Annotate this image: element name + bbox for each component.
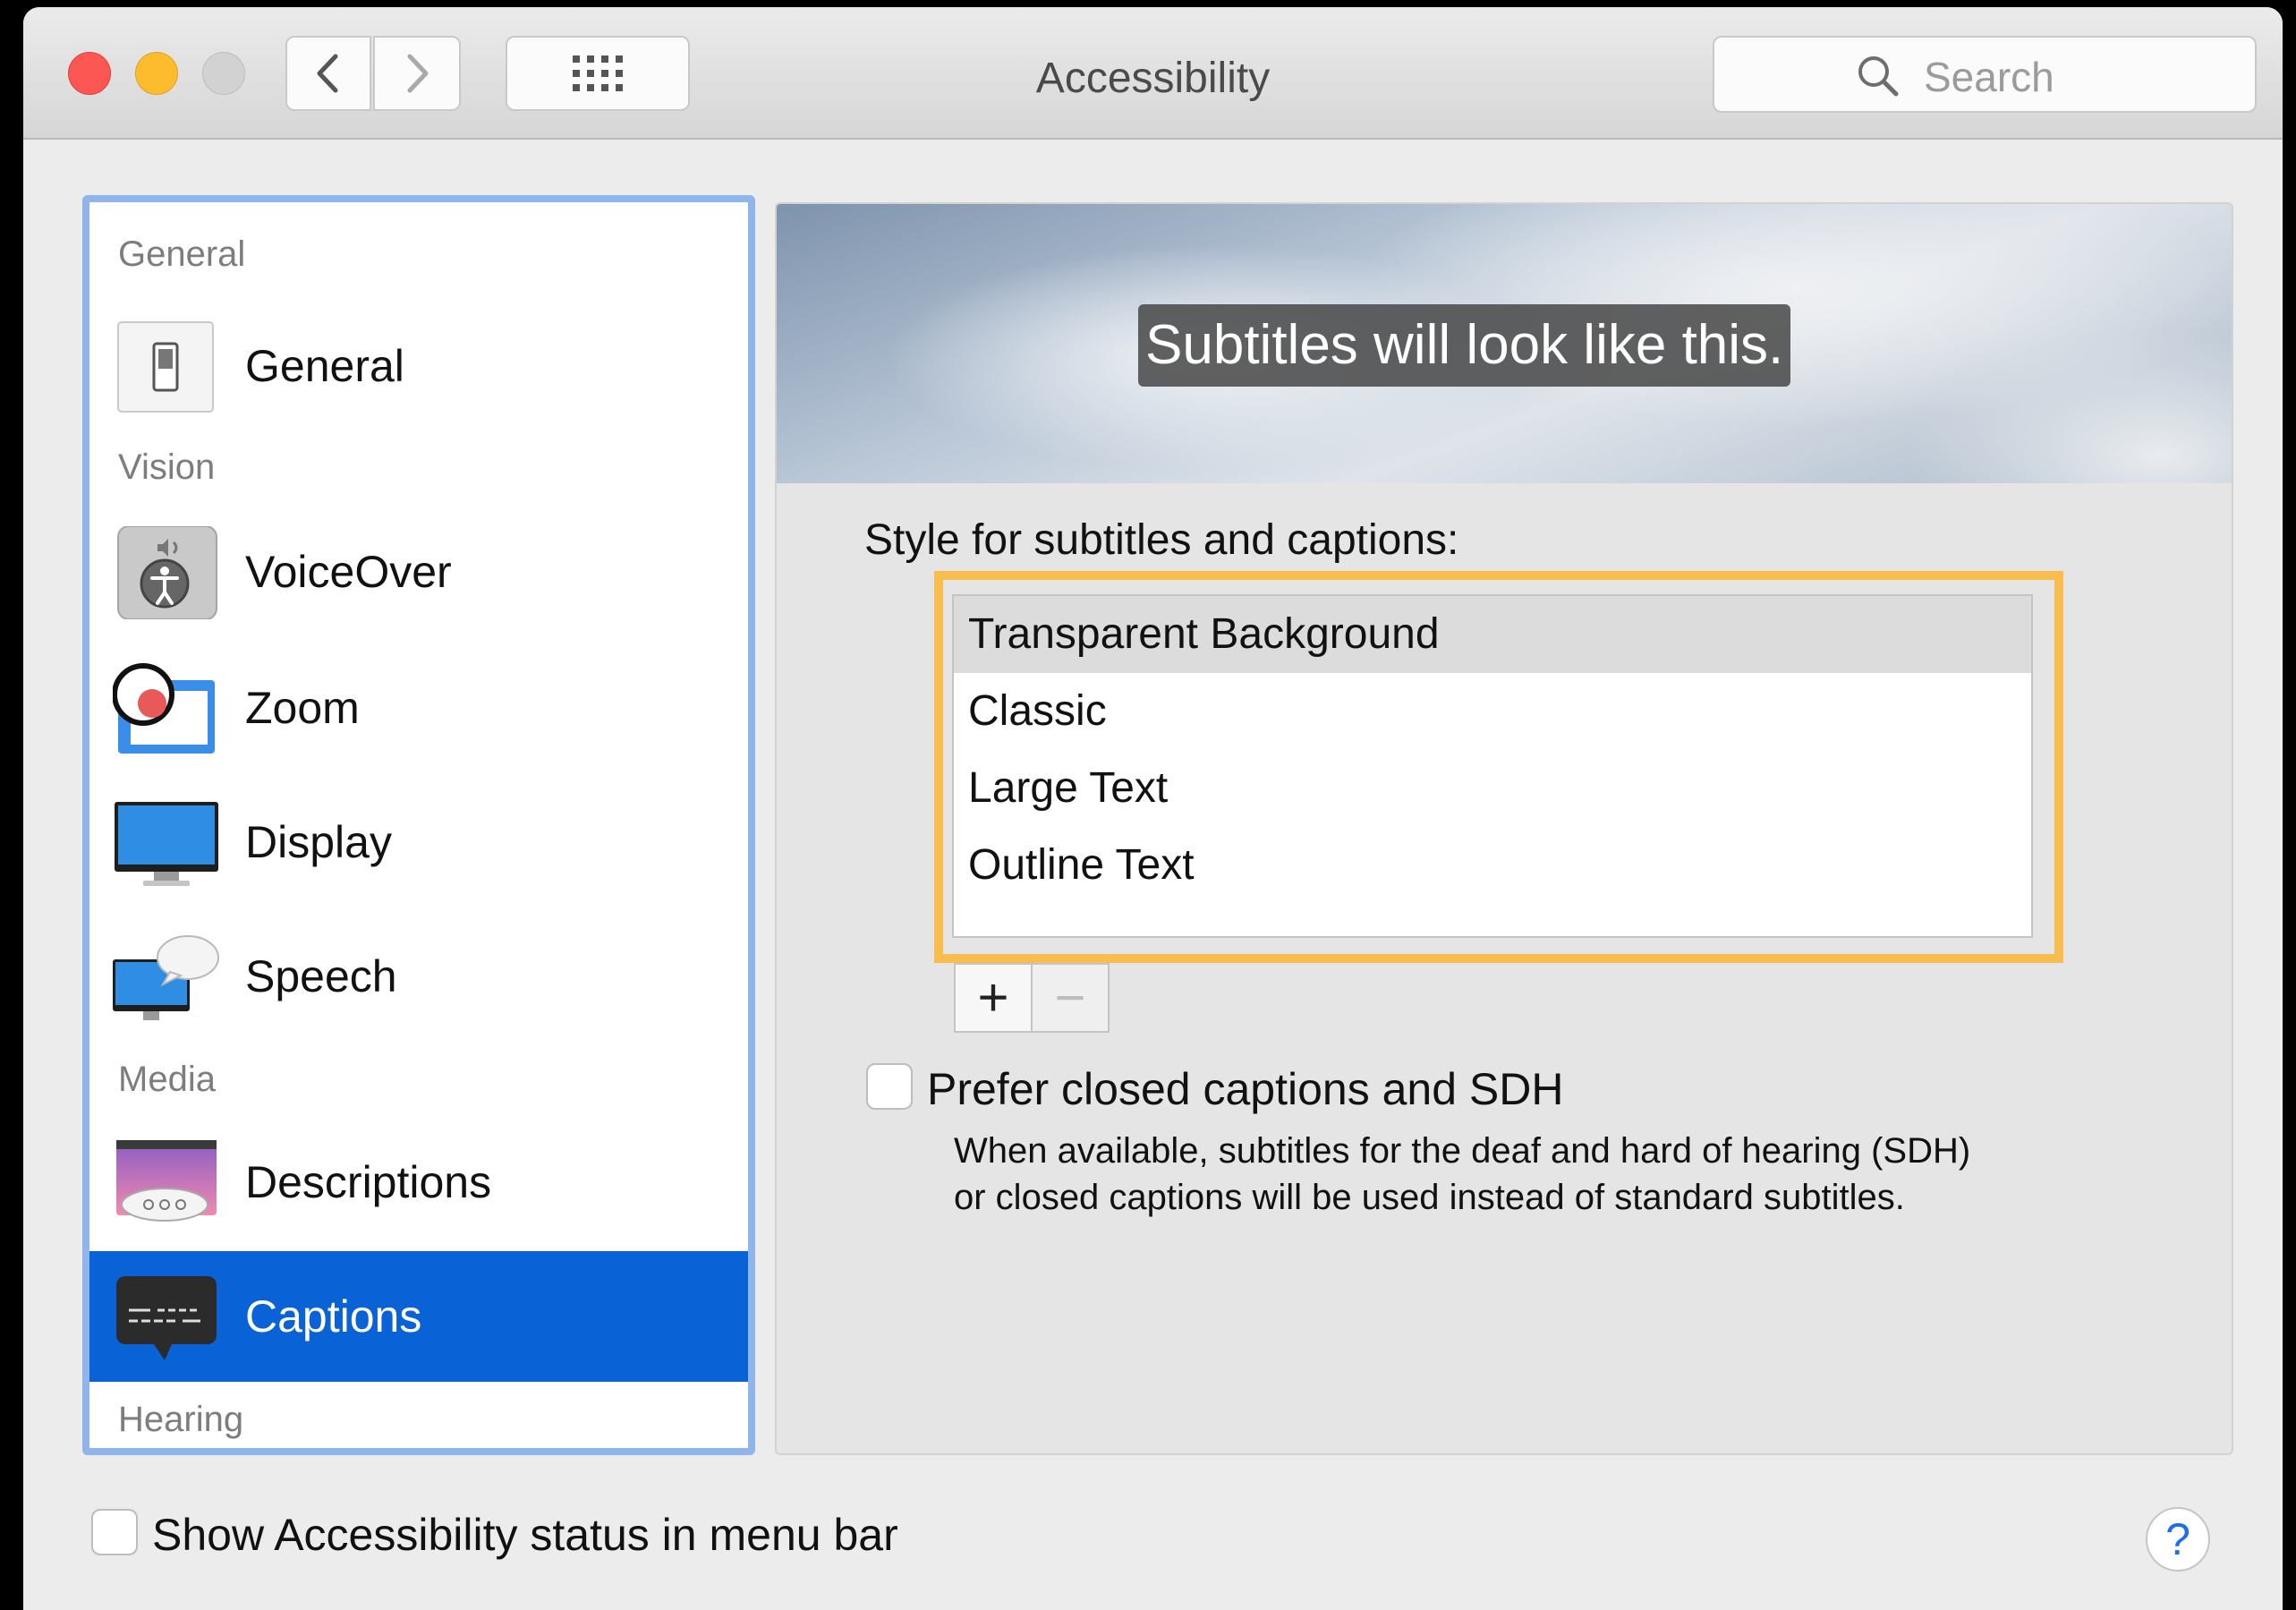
search-icon xyxy=(1858,56,1899,97)
subtitle-preview: Subtitles will look like this. xyxy=(777,204,2232,483)
plus-icon: + xyxy=(977,967,1009,1027)
list-item[interactable]: Large Text xyxy=(954,750,2031,827)
style-section-label: Style for subtitles and captions: xyxy=(864,516,1459,564)
section-label-general: General xyxy=(118,234,246,274)
speech-icon xyxy=(113,935,219,1020)
zoom-icon xyxy=(113,663,215,754)
sidebar-item-captions[interactable]: Captions xyxy=(89,1251,748,1382)
sidebar-item-general[interactable]: General xyxy=(89,301,748,431)
search-placeholder: Search xyxy=(1924,54,2054,100)
switch-icon xyxy=(117,321,214,413)
prefer-sdh-checkbox[interactable] xyxy=(866,1063,913,1110)
sidebar-item-label: General xyxy=(245,341,404,391)
prefer-sdh-description: When available, subtitles for the deaf a… xyxy=(954,1131,1971,1217)
sidebar-item-label: Captions xyxy=(245,1291,422,1342)
remove-style-button[interactable]: − xyxy=(1031,963,1110,1033)
sidebar-item-voiceover[interactable]: VoiceOver xyxy=(89,507,748,637)
show-status-label: Show Accessibility status in menu bar xyxy=(152,1510,898,1560)
list-item[interactable]: Transparent Background xyxy=(954,596,2031,673)
sidebar-item-label: Speech xyxy=(245,951,397,1001)
sidebar-item-speech[interactable]: Speech xyxy=(89,911,748,1042)
sidebar-item-label: VoiceOver xyxy=(245,547,452,597)
sidebar-item-label: Descriptions xyxy=(245,1157,492,1207)
descriptions-icon xyxy=(116,1140,217,1222)
display-icon xyxy=(115,802,218,886)
sidebar-item-display[interactable]: Display xyxy=(89,777,748,907)
sidebar-item-label: Zoom xyxy=(245,683,360,733)
add-style-button[interactable]: + xyxy=(954,963,1033,1033)
list-item[interactable]: Classic xyxy=(954,673,2031,750)
captions-icon xyxy=(116,1276,217,1360)
section-label-media: Media xyxy=(118,1060,216,1099)
help-button[interactable]: ? xyxy=(2146,1507,2210,1572)
sidebar-item-zoom[interactable]: Zoom xyxy=(89,643,748,773)
list-item[interactable]: Outline Text xyxy=(954,827,2031,904)
preview-subtitle-text: Subtitles will look like this. xyxy=(1138,304,1791,387)
minus-icon: − xyxy=(1054,967,1086,1027)
section-label-vision: Vision xyxy=(118,447,216,487)
sidebar-item-label: Display xyxy=(245,817,392,867)
voiceover-icon xyxy=(117,526,217,619)
section-label-hearing: Hearing xyxy=(118,1400,244,1439)
preferences-window: Accessibility Search General General Vis… xyxy=(23,7,2283,1610)
prefer-sdh-label: Prefer closed captions and SDH xyxy=(927,1064,1564,1114)
title-bar: Accessibility Search xyxy=(23,7,2283,140)
sidebar-item-descriptions[interactable]: Descriptions xyxy=(89,1117,748,1248)
search-field[interactable]: Search xyxy=(1713,36,2257,113)
show-status-checkbox[interactable] xyxy=(91,1509,138,1555)
question-icon: ? xyxy=(2165,1514,2190,1564)
caption-style-list[interactable]: Transparent Background Classic Large Tex… xyxy=(952,594,2033,938)
sidebar[interactable]: General General Vision VoiceOver Zoom Di… xyxy=(82,195,755,1455)
